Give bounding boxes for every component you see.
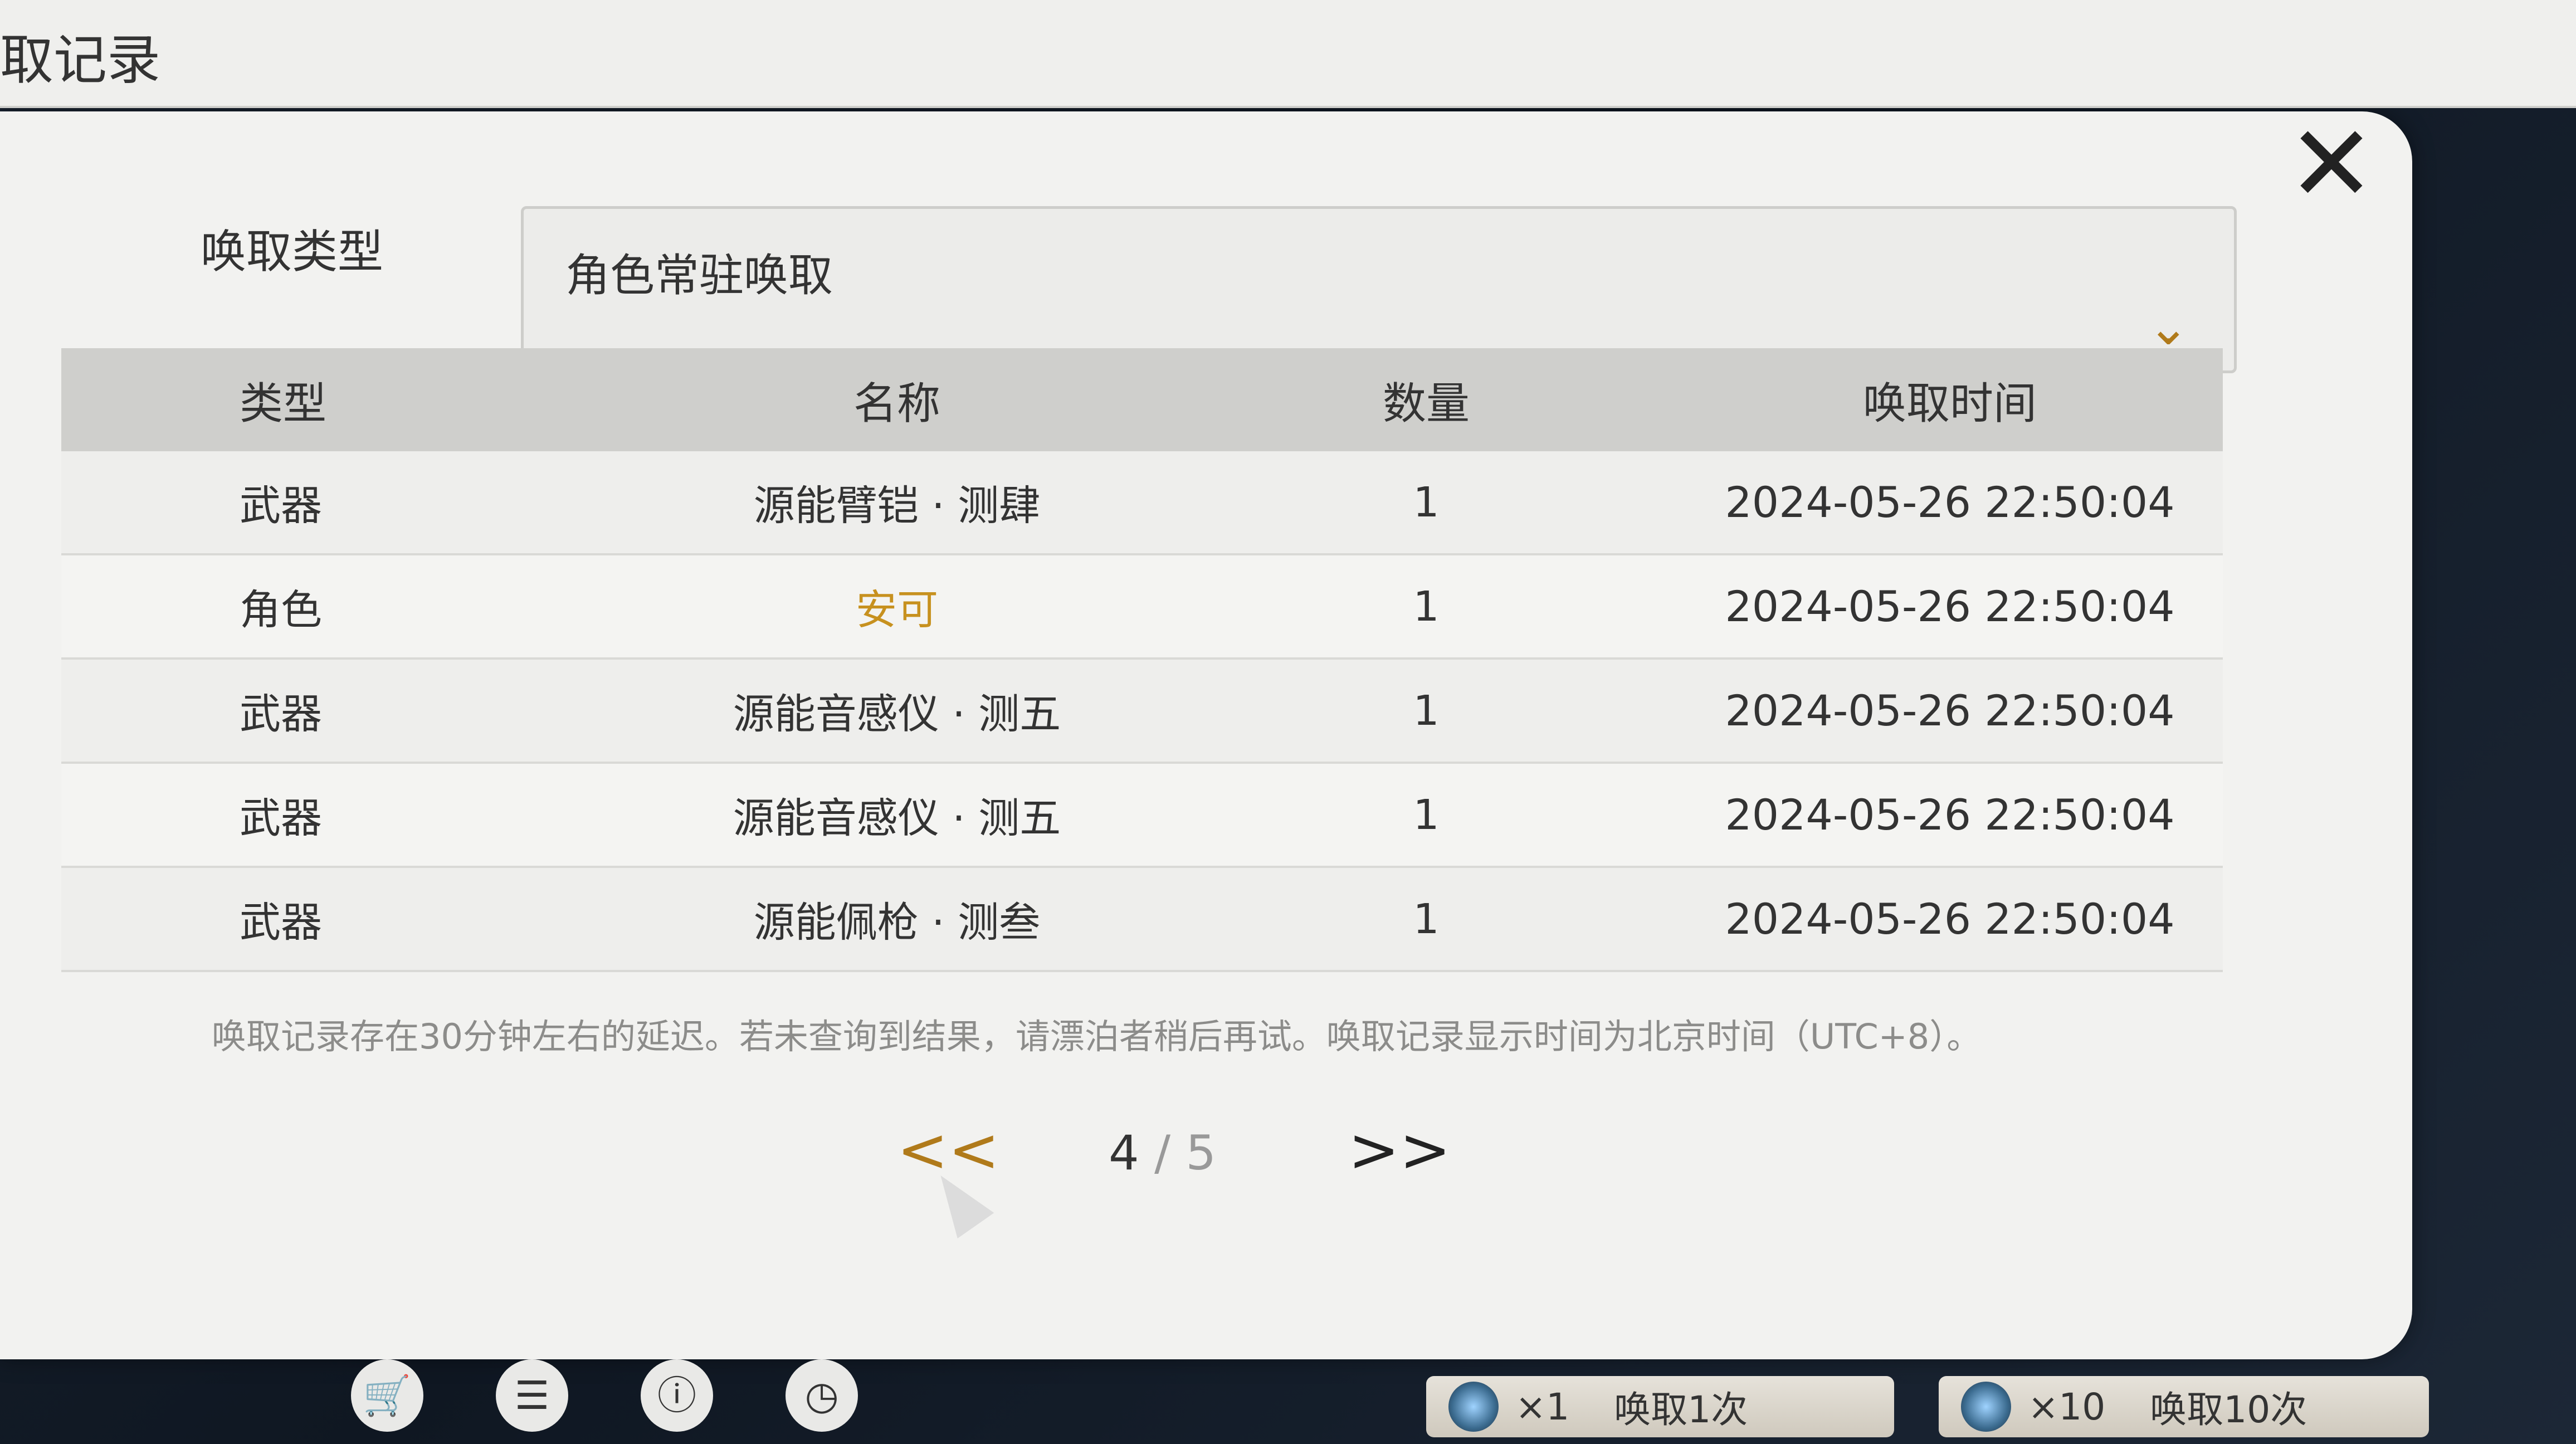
cell-time: 2024-05-26 22:50:04 (1725, 582, 2175, 631)
cell-quantity: 1 (1413, 686, 1440, 735)
page-separator: / (1154, 1125, 1171, 1181)
column-header-name: 名称 (853, 378, 940, 429)
cell-type: 武器 (240, 690, 322, 738)
bottom-action-bar: 🛒 ☰ ⓘ ◷ ×1 唤取1次 ×10 唤取10次 (0, 1359, 2576, 1444)
info-icon[interactable]: ⓘ (641, 1359, 713, 1432)
selected-type-value: 角色常驻唤取 (565, 250, 833, 301)
tide-icon (1961, 1382, 2011, 1432)
table-row: 武器 源能臂铠 · 测肆 1 2024-05-26 22:50:04 (61, 451, 2223, 555)
cell-name: 源能音感仪 · 测五 (733, 690, 1061, 738)
cell-name: 源能臂铠 · 测肆 (753, 482, 1041, 530)
cell-type: 武器 (240, 899, 322, 947)
cell-time: 2024-05-26 22:50:04 (1725, 790, 2175, 840)
table-row: 武器 源能音感仪 · 测五 1 2024-05-26 22:50:04 (61, 660, 2223, 764)
cell-quantity: 1 (1413, 791, 1440, 839)
cell-time: 2024-05-26 22:50:04 (1725, 686, 2175, 735)
cell-type: 武器 (240, 482, 322, 530)
pull-ten-label: 唤取10次 (2150, 1388, 2307, 1431)
table-header: 类型 名称 数量 唤取时间 (61, 348, 2223, 451)
cell-time: 2024-05-26 22:50:04 (1725, 477, 2175, 527)
column-header-quantity: 数量 (1382, 378, 1470, 429)
table-row: 角色 安可 1 2024-05-26 22:50:04 (61, 555, 2223, 660)
cell-type: 武器 (240, 794, 322, 842)
table-row: 武器 源能音感仪 · 测五 1 2024-05-26 22:50:04 (61, 764, 2223, 868)
type-label: 唤取类型 (201, 226, 384, 279)
record-table: 类型 名称 数量 唤取时间 武器 源能臂铠 · 测肆 1 2024-05-26 … (61, 348, 2223, 972)
close-button[interactable]: ✕ (2284, 111, 2379, 217)
pull-ten-button[interactable]: ×10 唤取10次 (1939, 1376, 2429, 1437)
tide-icon (1448, 1382, 1499, 1432)
pull-once-cost: ×1 (1515, 1385, 1570, 1428)
cell-name: 源能音感仪 · 测五 (733, 794, 1061, 842)
cell-quantity: 1 (1413, 478, 1440, 526)
panel-header: 取记录 (0, 0, 2576, 108)
page-title: 取记录 (0, 29, 160, 91)
shop-icon[interactable]: 🛒 (351, 1359, 423, 1432)
cell-name: 安可 (856, 586, 938, 634)
delay-notice: 唤取记录存在30分钟左右的延迟。若未查询到结果，请漂泊者稍后再试。唤取记录显示时… (212, 1016, 1982, 1057)
pull-once-button[interactable]: ×1 唤取1次 (1426, 1376, 1894, 1437)
pull-once-label: 唤取1次 (1614, 1388, 1748, 1431)
current-page: 4 (1109, 1125, 1139, 1181)
pull-ten-cost: ×10 (2028, 1385, 2106, 1428)
record-icon[interactable]: ☰ (496, 1359, 568, 1432)
cell-time: 2024-05-26 22:50:04 (1725, 894, 2175, 944)
cell-quantity: 1 (1413, 582, 1440, 631)
next-page-button[interactable]: >> (1348, 1114, 1451, 1186)
cell-type: 角色 (240, 586, 322, 634)
page-indicator: 4 / 5 (1109, 1125, 1216, 1181)
total-pages: 5 (1185, 1125, 1217, 1181)
history-icon[interactable]: ◷ (786, 1359, 858, 1432)
cell-name: 源能佩枪 · 测叁 (753, 899, 1041, 947)
column-header-type: 类型 (240, 378, 327, 429)
cell-quantity: 1 (1413, 895, 1440, 943)
table-row: 武器 源能佩枪 · 测叁 1 2024-05-26 22:50:04 (61, 868, 2223, 972)
column-header-time: 唤取时间 (1862, 378, 2037, 429)
